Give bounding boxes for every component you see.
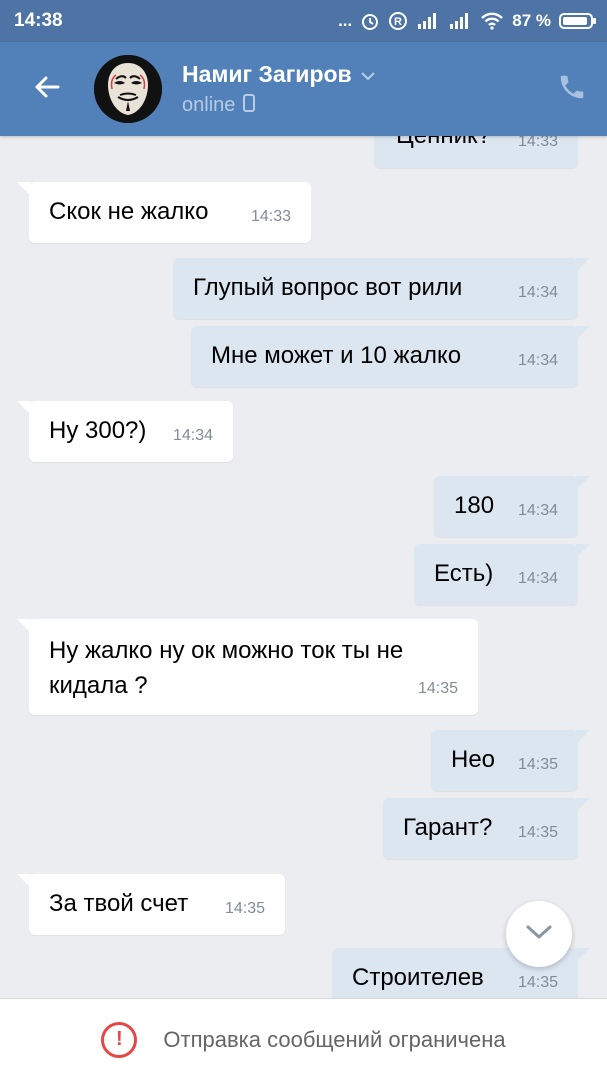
signal-icon [416,12,440,30]
chevron-down-icon [360,61,376,88]
wifi-icon [480,12,504,30]
message-time: 14:34 [517,284,558,301]
chevron-down-icon [525,923,553,946]
message-text: Глупый вопрос вот рили [193,274,463,301]
mobile-icon [243,93,256,118]
message-list[interactable]: Ценник? 14:33 Скок не жалко 14:33 Глупый… [0,136,607,998]
message-text: Ну 300?) [49,417,147,444]
warning-icon: ! [101,1021,138,1058]
message-text: 180 [454,492,495,519]
message-out[interactable]: 180 14:34 [434,476,590,537]
scroll-down-button[interactable] [506,901,572,967]
message-time: 14:35 [517,824,558,841]
message-time: 14:33 [517,136,558,150]
message-text: Мне может и 10 жалко [211,342,462,369]
message-out[interactable]: Ценник? 14:33 [374,136,578,168]
message-time: 14:35 [224,900,265,917]
message-time: 14:35 [417,680,458,697]
avatar[interactable] [94,55,162,123]
registered-icon: R [388,11,408,31]
arrow-left-icon [32,72,62,107]
message-out[interactable]: Глупый вопрос вот рили 14:34 [173,258,590,319]
status-time: 14:38 [14,10,63,31]
message-in[interactable]: Скок не жалко 14:33 [17,182,311,243]
message-out[interactable]: Гарант? 14:35 [383,798,590,859]
message-out[interactable]: Мне может и 10 жалко 14:34 [191,326,590,387]
status-icons: ... R 87 % [338,11,596,31]
message-in[interactable]: Ну жалко ну ок можно ток ты не кидала ? … [17,619,478,715]
message-text: Ну жалко ну ок можно ток ты не кидала ? [49,637,404,699]
messaging-restricted-bar: ! Отправка сообщений ограничена [0,998,607,1080]
notification-dots: ... [338,11,353,30]
contact-status: online [182,94,236,116]
signal-icon-2 [448,12,472,30]
message-in[interactable]: За твой счет 14:35 [17,874,285,935]
message-time: 14:35 [517,756,558,773]
message-text: За твой счет [49,890,189,917]
message-time: 14:34 [517,570,558,587]
battery-percent: 87 % [512,11,551,30]
message-time: 14:33 [250,208,291,225]
message-time: 14:34 [517,352,558,369]
message-text: Нео [451,746,496,773]
back-button[interactable] [0,42,94,136]
message-text: Гарант? [403,814,493,841]
chat-title[interactable]: Намиг Загиров online [182,61,537,118]
contact-name: Намиг Загиров [182,60,352,87]
restriction-notice: Отправка сообщений ограничена [163,1026,506,1052]
call-button[interactable] [537,42,607,136]
message-text: Есть) [434,560,494,587]
message-text: Ценник? [396,136,491,152]
status-bar: 14:38 ... R 87 % [0,0,607,42]
message-text: Строителев [352,964,484,991]
svg-text:R: R [394,16,402,28]
message-time: 14:34 [172,427,213,444]
message-out[interactable]: Нео 14:35 [431,730,590,791]
message-out[interactable]: Есть) 14:34 [414,544,590,605]
message-time: 14:35 [517,974,558,991]
message-time: 14:34 [517,502,558,519]
chat-header: Намиг Загиров online [0,42,607,136]
phone-icon [557,72,587,107]
message-text: Скок не жалко [49,198,209,225]
alarm-icon [360,11,380,31]
battery-icon [559,13,596,29]
message-in[interactable]: Ну 300?) 14:34 [17,401,233,462]
